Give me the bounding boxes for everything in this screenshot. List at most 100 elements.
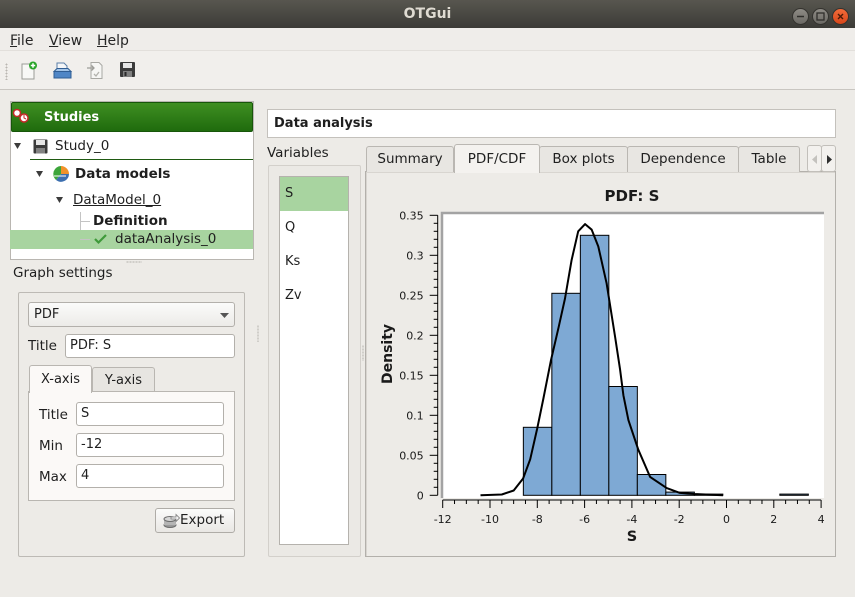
studies-icon xyxy=(12,108,29,123)
y-tick-label: 0.3 xyxy=(406,249,424,262)
arrow-right-icon xyxy=(827,155,832,164)
tab-scroll-right-button[interactable] xyxy=(821,145,836,172)
title-bar: OTGui xyxy=(0,0,855,28)
close-button[interactable] xyxy=(832,8,849,25)
x-axis-title-label: Title xyxy=(39,407,68,423)
toolbar-grip[interactable] xyxy=(5,63,8,80)
x-axis-title-input[interactable]: S xyxy=(76,402,224,426)
x-tick-label: 4 xyxy=(818,513,825,526)
title-label: Title xyxy=(28,338,57,354)
histogram-bar xyxy=(608,386,638,496)
study-save-icon xyxy=(33,139,48,154)
splitter-handle-vertical[interactable] xyxy=(257,325,259,342)
x-tick-label: -2 xyxy=(674,513,685,526)
export-icon xyxy=(163,513,181,528)
check-icon xyxy=(94,234,107,245)
variable-item-s[interactable]: S xyxy=(280,177,348,211)
y-tick-label: 0.05 xyxy=(399,449,424,462)
y-tick-label: 0.2 xyxy=(406,329,424,342)
y-tick-label: 0 xyxy=(417,489,424,502)
menu-bar: File View Help xyxy=(0,28,855,51)
x-axis-min-input[interactable]: -12 xyxy=(76,433,224,457)
y-axis: 0 0.05 0.1 0.15 0.2 0.25 0.3 0.35 xyxy=(399,209,439,502)
tree-branch-line xyxy=(80,239,90,240)
splitter-handle-vertical[interactable] xyxy=(362,345,364,361)
x-tick-label: -12 xyxy=(434,513,452,526)
save-study-button[interactable] xyxy=(119,61,139,81)
x-tick-label: -8 xyxy=(532,513,543,526)
y-tick-label: 0.25 xyxy=(399,289,424,302)
analysis-header-label: Data analysis xyxy=(274,116,373,131)
x-axis-max-label: Max xyxy=(39,469,67,485)
variable-item-q[interactable]: Q xyxy=(280,211,348,245)
tab-pdf-cdf[interactable]: PDF/CDF xyxy=(454,144,540,173)
x-tick-label: 2 xyxy=(770,513,777,526)
histogram-bar xyxy=(551,292,581,496)
tree-branch-line xyxy=(80,221,90,222)
save-study-icon xyxy=(120,62,135,77)
tab-y-axis[interactable]: Y-axis xyxy=(92,367,155,392)
studies-header-label: Studies xyxy=(44,110,100,125)
x-axis: -12 -10 -8 -6 -4 -2 0 2 4 xyxy=(434,499,825,526)
tab-dependence[interactable]: Dependence xyxy=(627,146,739,172)
splitter-handle-horizontal[interactable] xyxy=(126,261,142,263)
variable-item-ks[interactable]: Ks xyxy=(280,245,348,279)
tree-item-data-models[interactable]: Data models xyxy=(75,166,170,182)
expand-arrow-icon[interactable] xyxy=(56,196,64,204)
menu-help[interactable]: Help xyxy=(97,33,129,49)
chart-title: PDF: S xyxy=(605,187,660,205)
tree-item-definition[interactable]: Definition xyxy=(93,213,168,229)
open-study-button[interactable] xyxy=(52,61,73,81)
new-study-icon xyxy=(21,61,37,80)
tree-item-datamodel[interactable]: DataModel_0 xyxy=(73,192,161,208)
tab-summary[interactable]: Summary xyxy=(366,146,454,172)
menu-view[interactable]: View xyxy=(49,33,82,49)
tab-scroll-left-button[interactable] xyxy=(807,145,822,172)
maximize-button[interactable] xyxy=(812,8,829,25)
tree-item-data-analysis[interactable]: dataAnalysis_0 xyxy=(115,231,216,247)
data-models-icon xyxy=(53,166,69,182)
tab-table[interactable]: Table xyxy=(738,146,800,172)
x-axis-max-input[interactable]: 4 xyxy=(76,464,224,488)
y-axis-label: Density xyxy=(380,324,396,384)
minimize-icon xyxy=(797,15,804,18)
close-icon xyxy=(837,13,844,20)
export-label: Export xyxy=(180,512,225,528)
analysis-header: Data analysis xyxy=(267,109,836,138)
tree-item-study[interactable]: Study_0 xyxy=(55,138,109,154)
x-tick-label: -10 xyxy=(481,513,499,526)
plot-type-select[interactable]: PDF xyxy=(28,302,235,327)
x-axis-min-label: Min xyxy=(39,438,63,454)
plot-type-value: PDF xyxy=(34,307,60,322)
x-tick-label: 0 xyxy=(723,513,730,526)
chevron-down-icon xyxy=(220,313,229,318)
export-button[interactable]: Export xyxy=(155,508,235,533)
y-tick-label: 0.35 xyxy=(399,209,424,222)
import-script-icon xyxy=(87,62,103,79)
y-tick-label: 0.15 xyxy=(399,369,424,382)
pdf-chart: 00.050.10.150.20.250.30.35 -12 -10 -8 -6 -4-… xyxy=(380,187,825,545)
variables-label: Variables xyxy=(267,145,329,161)
studies-header[interactable]: Studies xyxy=(11,102,253,132)
x-tick-label: -4 xyxy=(626,513,637,526)
x-tick-label: -6 xyxy=(579,513,590,526)
minimize-button[interactable] xyxy=(792,8,809,25)
window-title: OTGui xyxy=(403,6,452,22)
x-axis-label: S xyxy=(627,529,637,545)
variable-item-zv[interactable]: Zv xyxy=(280,279,348,313)
tab-x-axis[interactable]: X-axis xyxy=(29,365,92,393)
tab-box-plots[interactable]: Box plots xyxy=(539,146,628,172)
new-study-button[interactable] xyxy=(19,61,39,81)
import-script-button[interactable] xyxy=(86,61,106,81)
variables-list: S Q Ks Zv xyxy=(279,176,349,545)
plot-title-input[interactable]: PDF: S xyxy=(65,334,235,358)
menu-file[interactable]: File xyxy=(10,33,33,49)
current-study-underline xyxy=(30,159,253,160)
graph-settings-label: Graph settings xyxy=(13,265,113,281)
toolbar xyxy=(0,51,855,90)
expand-arrow-icon[interactable] xyxy=(36,170,44,178)
y-tick-label: 0.1 xyxy=(406,409,424,422)
histogram-bar xyxy=(522,426,553,496)
open-study-icon xyxy=(52,62,73,79)
expand-arrow-icon[interactable] xyxy=(14,142,22,150)
